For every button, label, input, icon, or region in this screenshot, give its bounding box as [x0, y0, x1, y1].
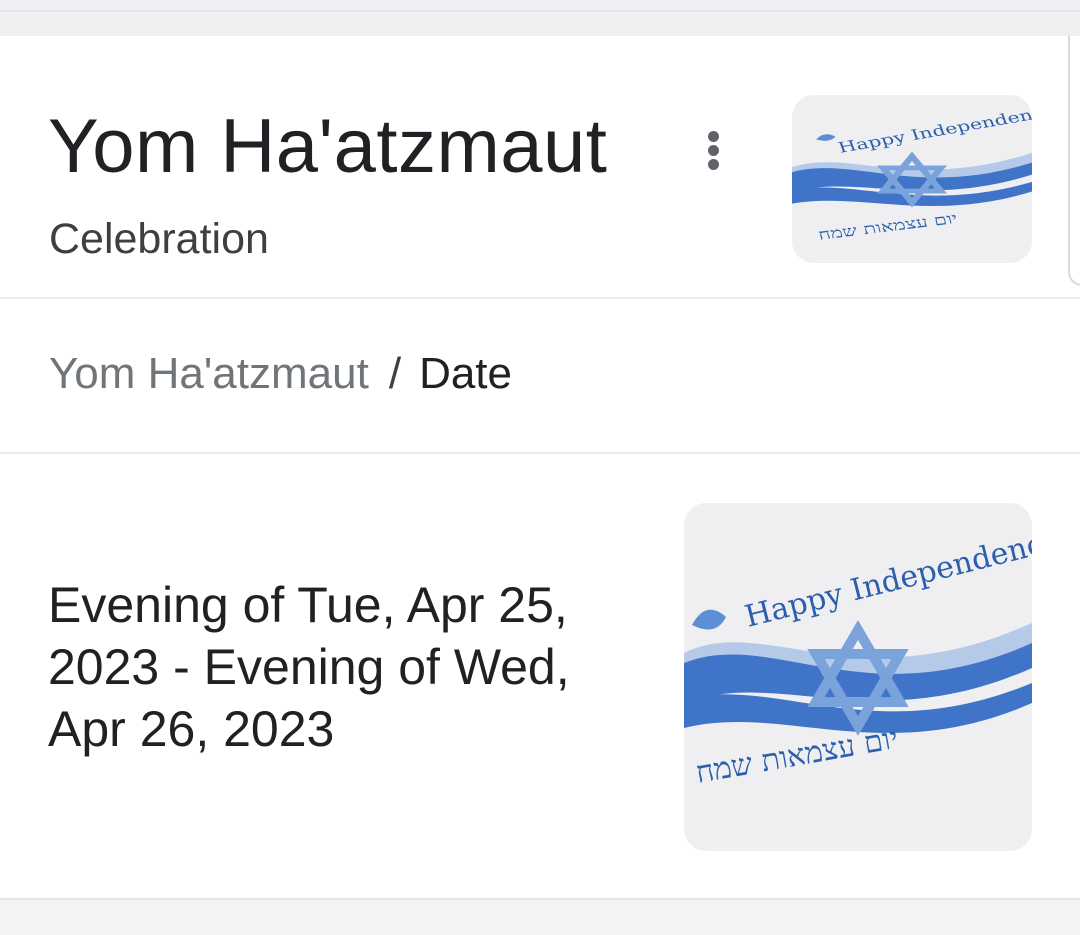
answer-thumbnail[interactable]: Happy Independence Day יום עצמאות שמח [684, 503, 1032, 851]
breadcrumb-separator: / [388, 349, 402, 398]
more-vert-icon-dot [708, 145, 719, 156]
entity-thumbnail[interactable]: Happy Independence Day יום עצמאות שמח [792, 95, 1032, 263]
top-divider [0, 10, 1080, 12]
image-caption-top: Happy Independence Day [836, 95, 1032, 157]
top-separator-band [0, 0, 1080, 36]
more-vert-icon [708, 131, 719, 142]
breadcrumb-current: Date [419, 349, 513, 398]
scroll-edge [1068, 36, 1080, 286]
bottom-divider [0, 898, 1080, 900]
entity-subtitle: Celebration [49, 215, 269, 263]
section-divider [0, 452, 1080, 454]
entity-title: Yom Ha'atzmaut [48, 104, 608, 189]
image-caption-top: Happy Independence Day [741, 506, 1032, 635]
image-caption-bottom: יום עצמאות שמח [693, 721, 901, 791]
more-vert-icon-dot [708, 159, 719, 170]
date-answer: Evening of Tue, Apr 25, 2023 - Evening o… [48, 577, 570, 757]
section-divider [0, 297, 1080, 299]
independence-day-image: Happy Independence Day יום עצמאות שמח [792, 95, 1032, 244]
breadcrumb: Yom Ha'atzmaut / Date [49, 346, 512, 402]
image-caption-bottom: יום עצמאות שמח [816, 210, 959, 244]
knowledge-panel: Yom Ha'atzmaut Celebration Happy Indepen… [0, 0, 1080, 935]
bottom-separator-band [0, 898, 1080, 935]
breadcrumb-parent-link[interactable]: Yom Ha'atzmaut [49, 349, 369, 398]
independence-day-image: Happy Independence Day יום עצמאות שמח [684, 506, 1032, 791]
more-options-button[interactable] [694, 124, 734, 176]
